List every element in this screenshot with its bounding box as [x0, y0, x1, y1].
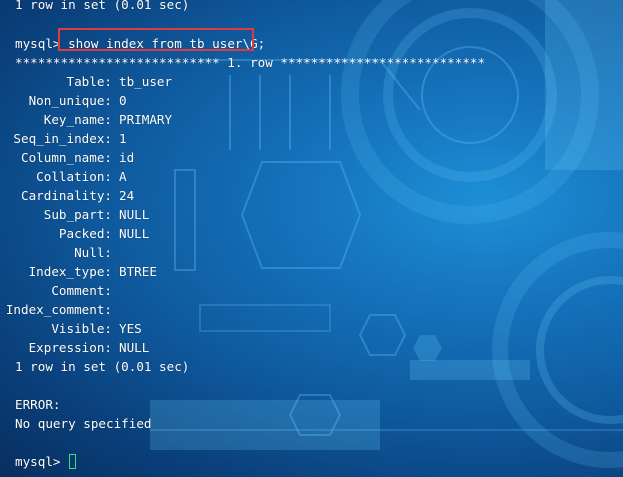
field-name: Cardinality:	[21, 188, 112, 203]
field-name: Seq_in_index:	[13, 131, 112, 146]
field-name: Visible:	[51, 321, 112, 336]
final-mysql-prompt: mysql>	[15, 454, 61, 469]
text-cursor[interactable]	[69, 454, 77, 469]
field-name: Collation:	[36, 169, 112, 184]
field-name: Null:	[74, 245, 112, 260]
row-separator: *************************** 1. row *****…	[15, 55, 486, 70]
field-name: Sub_part:	[43, 207, 112, 222]
error-label: ERROR:	[15, 397, 61, 412]
field-row: Table: tb_user	[0, 72, 400, 91]
field-value: 0	[119, 93, 127, 108]
previous-result-line: 1 row in set (0.01 sec)	[15, 0, 190, 12]
field-value: YES	[119, 321, 142, 336]
field-row: Index_type: BTREE	[0, 262, 400, 281]
terminal-window[interactable]: 1 row in set (0.01 sec) mysql> show inde…	[0, 0, 623, 477]
field-value: 24	[119, 188, 135, 203]
field-value: NULL	[119, 226, 150, 241]
field-value: BTREE	[119, 264, 157, 279]
result-summary: 1 row in set (0.01 sec)	[15, 359, 190, 374]
final-prompt-line[interactable]: mysql>	[15, 452, 77, 471]
field-name: Packed:	[58, 226, 112, 241]
field-name: Comment:	[51, 283, 112, 298]
field-row: Packed: NULL	[0, 224, 400, 243]
field-row: Expression: NULL	[0, 338, 400, 357]
field-name: Table:	[66, 74, 113, 89]
field-row: Column_name: id	[0, 148, 400, 167]
field-row: Comment:	[0, 281, 400, 300]
field-row: Seq_in_index: 1	[0, 129, 400, 148]
field-name: Index_type:	[28, 264, 112, 279]
field-value: tb_user	[119, 74, 173, 89]
field-row: Sub_part: NULL	[0, 205, 400, 224]
field-row: Null:	[0, 243, 400, 262]
field-value: id	[119, 150, 135, 165]
field-value: NULL	[119, 340, 150, 355]
mysql-prompt: mysql>	[15, 36, 61, 51]
field-value: A	[119, 169, 127, 184]
field-name: Expression:	[28, 340, 112, 355]
field-row: Collation: A	[0, 167, 400, 186]
field-row: Visible: YES	[0, 319, 400, 338]
field-name: Key_name:	[43, 112, 112, 127]
field-row: Cardinality: 24	[0, 186, 400, 205]
field-row: Key_name: PRIMARY	[0, 110, 400, 129]
field-name: Non_unique:	[28, 93, 112, 108]
field-row: Non_unique: 0	[0, 91, 400, 110]
field-row: Index_comment:	[0, 300, 400, 319]
field-value: NULL	[119, 207, 150, 222]
command-highlight-box	[58, 28, 254, 51]
field-value: 1	[119, 131, 127, 146]
field-name: Column_name:	[21, 150, 112, 165]
field-value: PRIMARY	[119, 112, 173, 127]
field-name: Index_comment:	[5, 302, 112, 317]
error-message: No query specified	[15, 416, 152, 431]
